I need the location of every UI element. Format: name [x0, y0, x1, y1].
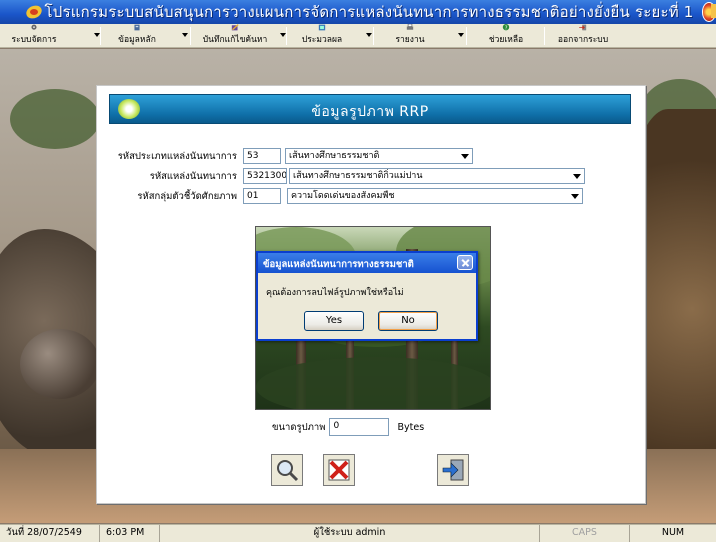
panel-header: ข้อมูลรูปภาพ RRP — [109, 94, 631, 124]
toolbar-separator — [100, 27, 101, 45]
indicator-name-value: ความโดดเด่นของสังคมพืช — [291, 191, 395, 201]
confirm-delete-dialog: ข้อมูลแหล่งนันทนาการทางธรรมชาติ คุณต้องก… — [256, 251, 478, 341]
menu-exit-label: ออกจากระบบ — [557, 35, 609, 45]
menu-master-data-label: ข้อมูลหลัก — [118, 35, 156, 45]
site-label: รหัสแหล่งนันทนาการ — [149, 170, 237, 182]
window-title: โปรแกรมระบบสนับสนุนการวางแผนการจัดการแหล… — [44, 3, 694, 21]
exit-icon — [442, 459, 464, 481]
delete-icon — [328, 459, 350, 481]
type-name-select[interactable]: เส้นทางศึกษาธรรมชาติ — [285, 148, 473, 164]
panel-title: ข้อมูลรูปภาพ RRP — [311, 104, 429, 120]
site-name-value: เส้นทางศึกษาธรรมชาติกิ่วแม่ปาน — [293, 171, 423, 181]
photo-undergrowth — [256, 357, 490, 409]
dialog-titlebar: ข้อมูลแหล่งนันทนาการทางธรรมชาติ — [258, 253, 476, 273]
status-date: วันที่ 28/07/2549 — [0, 525, 100, 542]
menu-process-label: ประมวลผล — [301, 35, 343, 45]
menu-exit[interactable]: ออกจากระบบ — [548, 24, 618, 48]
menu-master-data[interactable]: ข้อมูลหลัก — [108, 24, 166, 48]
type-code-field[interactable]: 53 — [243, 148, 281, 164]
toolbar-separator — [466, 27, 467, 45]
image-size-row: ขนาดรูปภาพ 0 Bytes — [272, 418, 424, 436]
indicator-code-field[interactable]: 01 — [243, 188, 281, 204]
chevron-down-icon[interactable] — [182, 33, 188, 37]
image-size-label: ขนาดรูปภาพ — [272, 421, 326, 433]
indicator-name-select[interactable]: ความโดดเด่นของสังคมพืช — [287, 188, 583, 204]
status-num: NUM — [661, 527, 685, 538]
title-bar: โปรแกรมระบบสนับสนุนการวางแผนการจัดการแหล… — [0, 0, 716, 24]
toolbar-separator — [286, 27, 287, 45]
edit-icon — [231, 24, 239, 31]
indicator-label: รหัสกลุ่มตัวชี้วัดศักยภาพ — [137, 190, 237, 202]
site-code-field[interactable]: 53213001 — [243, 168, 287, 184]
menu-report[interactable]: รายงาน — [380, 24, 440, 48]
printer-icon — [406, 24, 414, 30]
yes-button[interactable]: Yes — [304, 311, 364, 331]
type-name-value: เส้นทางศึกษาธรรมชาติ — [289, 151, 380, 161]
system-icon — [31, 24, 37, 30]
chevron-down-icon[interactable] — [366, 33, 372, 37]
delete-image-button[interactable] — [323, 454, 355, 486]
data-icon — [134, 24, 140, 31]
process-icon — [318, 24, 326, 31]
magnifier-icon — [277, 460, 299, 482]
menu-system[interactable]: ระบบจัดการ — [4, 24, 64, 48]
status-time: 6:03 PM — [100, 525, 160, 542]
menu-report-label: รายงาน — [395, 35, 425, 45]
indicator-row: รหัสกลุ่มตัวชี้วัดศักยภาพ 01 ความโดดเด่น… — [107, 188, 583, 204]
menu-help[interactable]: ? ช่วยเหลือ — [476, 24, 536, 48]
dialog-title: ข้อมูลแหล่งนันทนาการทางธรรมชาติ — [263, 259, 414, 270]
dialog-message: คุณต้องการลบไฟล์รูปภาพใช่หรือไม่ — [266, 288, 404, 298]
image-size-field[interactable]: 0 — [329, 418, 390, 436]
toolbar-separator — [544, 27, 545, 45]
site-row: รหัสแหล่งนันทนาการ 53213001 เส้นทางศึกษา… — [107, 168, 585, 184]
background-tree — [10, 89, 100, 149]
main-toolbar: ระบบจัดการ ข้อมูลหลัก บันทึกแก้ไขค้นหา ป… — [0, 24, 716, 48]
close-icon[interactable] — [457, 255, 473, 270]
chevron-down-icon[interactable] — [461, 154, 469, 159]
type-row: รหัสประเภทแหล่งนันทนาการ 53 เส้นทางศึกษา… — [107, 148, 473, 164]
exit-icon — [579, 24, 587, 31]
no-button[interactable]: No — [378, 311, 438, 331]
menu-process[interactable]: ประมวลผล — [292, 24, 352, 48]
menu-help-label: ช่วยเหลือ — [488, 35, 524, 45]
chevron-down-icon[interactable] — [573, 174, 581, 179]
type-label: รหัสประเภทแหล่งนันทนาการ — [117, 150, 237, 162]
background-rock — [20, 329, 100, 399]
chevron-down-icon[interactable] — [571, 194, 579, 199]
status-user: ผู้ใช้ระบบ admin — [160, 525, 540, 542]
svg-text:?: ? — [505, 26, 508, 31]
view-image-button[interactable] — [271, 454, 303, 486]
toolbar-separator — [373, 27, 374, 45]
chevron-down-icon[interactable] — [458, 33, 464, 37]
toolbar-separator — [190, 27, 191, 45]
image-data-panel: ข้อมูลรูปภาพ RRP รหัสประเภทแหล่งนันทนากา… — [96, 85, 646, 504]
menu-system-label: ระบบจัดการ — [11, 35, 57, 45]
image-size-unit: Bytes — [397, 421, 425, 433]
app-icon — [24, 3, 39, 21]
status-caps: CAPS — [540, 525, 630, 542]
exit-form-button[interactable] — [437, 454, 469, 486]
minimize-button[interactable] — [711, 4, 716, 18]
site-name-select[interactable]: เส้นทางศึกษาธรรมชาติกิ่วแม่ปาน — [289, 168, 585, 184]
menu-edit-search[interactable]: บันทึกแก้ไขค้นหา — [196, 24, 274, 48]
menu-edit-search-label: บันทึกแก้ไขค้นหา — [202, 35, 268, 45]
status-bar: วันที่ 28/07/2549 6:03 PM ผู้ใช้ระบบ adm… — [0, 524, 716, 542]
help-icon: ? — [502, 24, 510, 31]
